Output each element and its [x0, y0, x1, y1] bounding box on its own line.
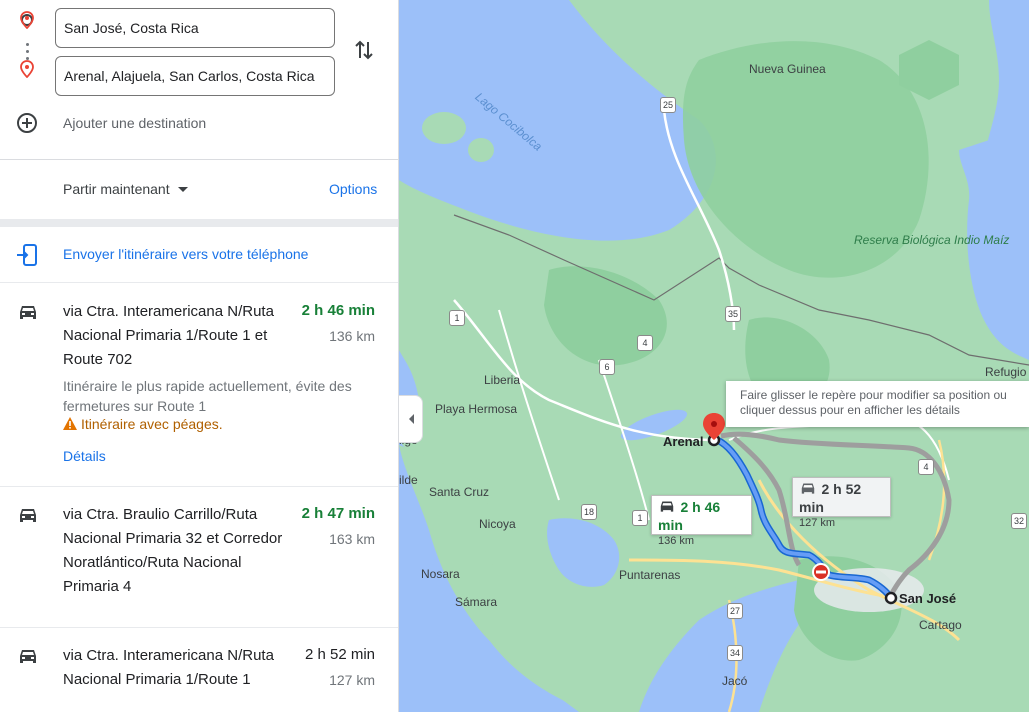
origin-input[interactable]: San José, Costa Rica — [55, 8, 335, 48]
map-label-santa-cruz: Santa Cruz — [429, 485, 490, 499]
depart-time-dropdown[interactable]: Partir maintenant — [63, 181, 188, 197]
add-destination-button[interactable]: Ajouter une destination — [0, 108, 398, 140]
route-name: via Ctra. Interamericana N/Ruta Nacional… — [63, 303, 274, 368]
toll-label: Itinéraire avec péages. — [81, 416, 223, 432]
send-to-phone-icon — [17, 244, 37, 266]
send-to-phone-button[interactable]: Envoyer l'itinéraire vers votre téléphon… — [0, 227, 398, 283]
map-label-reserva: Reserva Biológica Indio Maíz — [854, 233, 1010, 247]
destination-input[interactable]: Arenal, Alajuela, San Carlos, Costa Rica — [55, 56, 335, 96]
marker-tooltip: Faire glisser le repère pour modifier sa… — [726, 381, 1029, 427]
section-divider — [0, 219, 398, 227]
destination-pin-icon-2 — [19, 60, 35, 83]
route-name: via Ctra. Interamericana N/Ruta Nacional… — [63, 647, 274, 688]
map-label-nicoya: Nicoya — [479, 517, 516, 531]
map-label-arenal: Arenal — [663, 434, 704, 449]
map-label-nueva-guinea: Nueva Guinea — [749, 62, 826, 76]
add-circle-icon — [17, 113, 37, 133]
route-time: 2 h 47 min — [301, 505, 375, 522]
divider — [0, 159, 398, 160]
route-time: 2 h 46 min — [301, 302, 375, 319]
route-distance: 163 km — [329, 531, 375, 547]
car-icon — [660, 501, 674, 512]
send-to-phone-label: Envoyer l'itinéraire vers votre téléphon… — [63, 246, 309, 262]
route-option-1[interactable]: via Ctra. Interamericana N/Ruta Nacional… — [0, 284, 398, 487]
map-label-jaco: Jacó — [722, 674, 748, 688]
route-box-alt[interactable]: 2 h 52 min 127 km — [792, 477, 891, 529]
directions-panel: San José, Costa Rica Arenal, Alajuela, S… — [0, 0, 399, 712]
dropdown-caret-icon — [177, 187, 188, 192]
collapse-panel-button[interactable] — [399, 395, 423, 443]
car-icon — [801, 483, 815, 494]
map-label-liberia: Liberia — [484, 373, 521, 387]
route-distance: 136 km — [329, 328, 375, 344]
map-label-puntarenas: Puntarenas — [619, 568, 681, 582]
route-time: 2 h 52 min — [304, 646, 375, 663]
map-label-samara: Sámara — [455, 595, 498, 609]
options-button[interactable]: Options — [329, 181, 377, 197]
add-destination-label: Ajouter une destination — [63, 115, 207, 131]
map-label-nosara: Nosara — [421, 567, 460, 581]
warning-icon — [63, 417, 77, 430]
route-shield: 27 — [727, 603, 743, 619]
route-shield: 18 — [581, 504, 597, 520]
route-shield: 32 — [1011, 513, 1027, 529]
map-label-playa-hermosa: Playa Hermosa — [435, 402, 518, 416]
route-shield: 1 — [632, 510, 648, 526]
map-label-refugio: Refugio — [985, 365, 1027, 379]
route-description: Itinéraire le plus rapide actuellement, … — [63, 378, 352, 414]
route-box-distance: 127 km — [799, 517, 836, 529]
route-distance: 127 km — [329, 672, 375, 688]
map-canvas[interactable]: Nueva Guinea Lago Cocibolca Reserva Biol… — [399, 0, 1029, 712]
route-option-2[interactable]: via Ctra. Braulio Carrillo/Ruta Nacional… — [0, 487, 398, 628]
route-name: via Ctra. Braulio Carrillo/Ruta Nacional… — [63, 506, 283, 595]
swap-icon — [355, 40, 373, 60]
route-shield: 25 — [660, 97, 676, 113]
route-shield: 4 — [637, 335, 653, 351]
map-label-cartago: Cartago — [919, 618, 962, 632]
toll-warning: Itinéraire avec péages. — [63, 416, 223, 432]
route-shield: 34 — [727, 645, 743, 661]
route-shield: 35 — [725, 306, 741, 322]
car-icon — [20, 306, 36, 319]
swap-button[interactable] — [353, 38, 375, 62]
map-label-ilde: ilde — [399, 473, 418, 487]
car-icon — [20, 509, 36, 522]
destination-pin-icon — [19, 11, 35, 34]
details-link[interactable]: Détails — [63, 448, 106, 464]
route-shield: 6 — [599, 359, 615, 375]
route-shield: 1 — [449, 310, 465, 326]
route-box-distance: 136 km — [658, 535, 695, 547]
route-shield: 4 — [918, 459, 934, 475]
depart-label: Partir maintenant — [63, 181, 170, 197]
chevron-left-icon — [408, 414, 414, 424]
route-box-main[interactable]: 2 h 46 min 136 km — [651, 495, 752, 547]
map-label-san-jose: San José — [899, 591, 957, 606]
car-icon — [20, 650, 36, 663]
route-option-3[interactable]: via Ctra. Interamericana N/Ruta Nacional… — [0, 628, 398, 712]
